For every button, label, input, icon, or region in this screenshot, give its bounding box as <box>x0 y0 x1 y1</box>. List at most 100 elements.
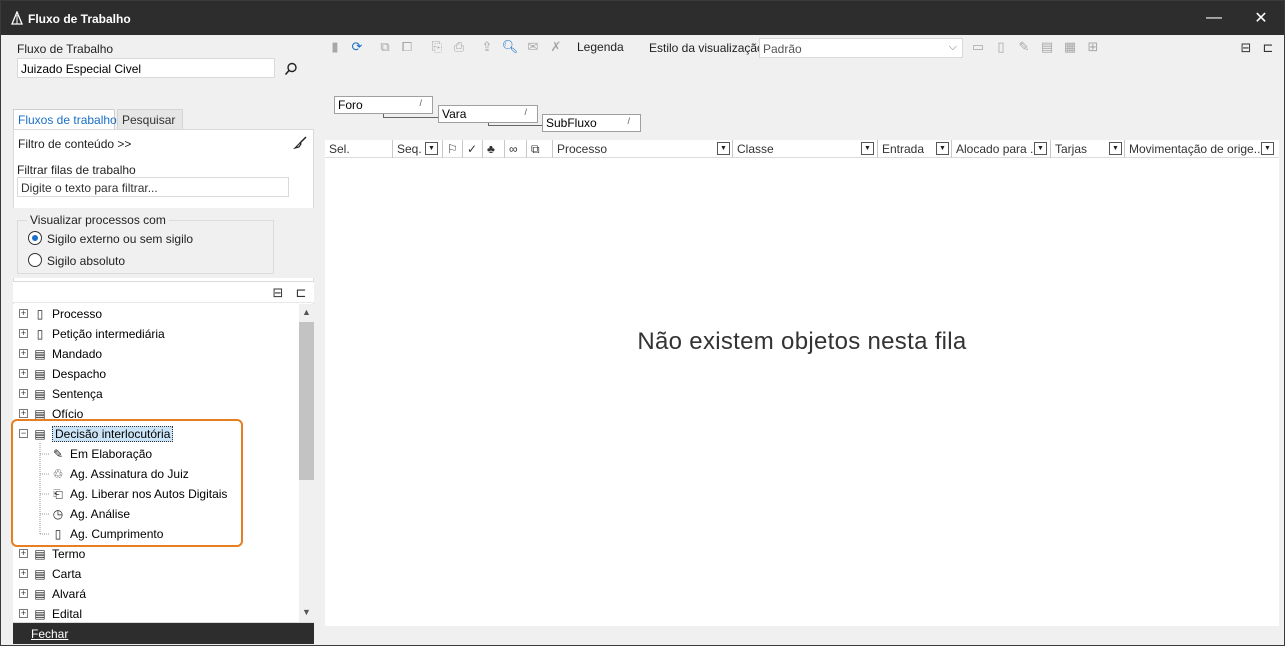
close-panel-label: Fechar <box>31 627 69 641</box>
filter-dropdown-icon[interactable]: ▼ <box>1109 142 1122 155</box>
filter-dropdown-icon[interactable]: ▼ <box>1261 142 1274 155</box>
column-people[interactable]: ♣ <box>483 140 505 158</box>
remove-comment-icon[interactable]: ✗ <box>547 38 565 56</box>
expand-alvara[interactable]: + <box>19 589 28 598</box>
scroll-down-icon[interactable]: ▼ <box>299 604 314 620</box>
expand-processo[interactable]: + <box>19 309 28 318</box>
column-classe[interactable]: Classe ▼ <box>733 140 878 158</box>
expand-termo[interactable]: + <box>19 549 28 558</box>
link-icon: ∞ <box>509 142 518 156</box>
documents-icon: ▤ <box>34 567 46 581</box>
content-filter-toggle[interactable]: Filtro de conteúdo >> <box>18 137 131 151</box>
tree-item-mandado[interactable]: ▤ Mandado <box>33 344 102 364</box>
style-select[interactable]: Padrão ⌵ <box>759 38 963 58</box>
tree-item-processo[interactable]: ▯ Processo <box>33 304 102 324</box>
app-logo-icon <box>11 11 23 25</box>
tree-item-edital[interactable]: ▤ Edital <box>33 604 82 622</box>
tree-item-carta[interactable]: ▤ Carta <box>33 564 81 584</box>
column-link[interactable]: ∞ <box>505 140 527 158</box>
close-panel-button[interactable]: Fechar <box>13 623 314 644</box>
column-check[interactable]: ✓ <box>463 140 483 158</box>
refresh-icon[interactable]: ⟳ <box>348 38 366 56</box>
filter-dropdown-icon[interactable]: ▼ <box>861 142 874 155</box>
expand-sentenca[interactable]: + <box>19 389 28 398</box>
scroll-up-icon[interactable]: ▲ <box>299 304 314 320</box>
find-icon[interactable]: 🔍︎ <box>501 38 519 56</box>
group-foro[interactable]: Foro / <box>334 96 433 114</box>
collapse-panel-icon[interactable]: ⊏ <box>1259 39 1277 57</box>
style-select-value: Padrão <box>763 42 802 56</box>
column-bookmark[interactable]: ⚐ <box>443 140 463 158</box>
documents-icon: ▤ <box>34 387 46 401</box>
radio-sigilo-absoluto[interactable] <box>28 253 42 267</box>
title-bar: Fluxo de Trabalho — ✕ <box>1 1 1284 35</box>
comment-icon[interactable]: ✉ <box>524 38 542 56</box>
export-icon[interactable]: ⇪ <box>478 38 496 56</box>
tree-item-despacho[interactable]: ▤ Despacho <box>33 364 106 384</box>
expand-tree-icon[interactable]: ⊟ <box>1237 39 1255 57</box>
people-icon: ♣ <box>487 142 495 156</box>
move-icon[interactable]: ⎘ <box>428 38 446 56</box>
tree-toolbar: ⊟ ⊏ <box>13 281 314 303</box>
expand-edital[interactable]: + <box>19 609 28 618</box>
layout-icon[interactable]: ⊞ <box>1084 38 1102 56</box>
filter-dropdown-icon[interactable]: ▼ <box>717 142 730 155</box>
sort-icon: / <box>419 98 422 108</box>
document-icon: ▯ <box>36 307 44 321</box>
filter-dropdown-icon[interactable]: ▼ <box>1034 142 1047 155</box>
documents-icon: ▤ <box>34 347 46 361</box>
search-icon[interactable] <box>284 62 298 76</box>
column-processo[interactable]: Processo ▼ <box>553 140 733 158</box>
close-window-button[interactable]: ✕ <box>1238 1 1284 35</box>
bookmark-icon: ⚐ <box>447 142 458 156</box>
minimize-button[interactable]: — <box>1191 1 1237 35</box>
grid-header: Sel. Seq. ▼ ⚐ ✓ ♣ ∞ ⧉ Processo ▼ Classe ▼ E… <box>325 140 1279 158</box>
column-sel[interactable]: Sel. <box>325 140 393 158</box>
scroll-thumb[interactable] <box>299 322 314 480</box>
edit-style-icon[interactable]: ✎ <box>1015 38 1033 56</box>
print-icon[interactable]: ⎙ <box>450 38 468 56</box>
copies-icon: ⧉ <box>531 142 540 156</box>
radio-sigilo-externo[interactable] <box>28 231 42 245</box>
tree-item-peticao[interactable]: ▯ Petição intermediária <box>33 324 165 344</box>
filter-dropdown-icon[interactable]: ▼ <box>936 142 949 155</box>
filter-dropdown-icon[interactable]: ▼ <box>425 142 438 155</box>
expand-mandado[interactable]: + <box>19 349 28 358</box>
brush-icon[interactable] <box>293 135 308 150</box>
tree-item-sentenca[interactable]: ▤ Sentença <box>33 384 102 404</box>
legend-button[interactable]: Legenda <box>577 40 624 54</box>
documents-icon: ▤ <box>34 607 46 621</box>
column-seq[interactable]: Seq. ▼ <box>393 140 443 158</box>
column-movimentacao[interactable]: Movimentação de orige... ▼ <box>1125 140 1279 158</box>
columns-icon[interactable]: ▤ <box>1038 38 1056 56</box>
workflow-input[interactable]: Juizado Especial Civel <box>17 58 275 78</box>
sort-icon: / <box>627 116 630 126</box>
column-entrada[interactable]: Entrada ▼ <box>878 140 952 158</box>
radio-sigilo-externo-label: Sigilo externo ou sem sigilo <box>47 232 194 246</box>
tree-item-alvara[interactable]: ▤ Alvará <box>33 584 86 604</box>
documents-icon: ▤ <box>34 367 46 381</box>
grouping-area: Foro / Vara / SubFluxo / <box>325 86 1279 141</box>
expand-despacho[interactable]: + <box>19 369 28 378</box>
group-subfluxo[interactable]: SubFluxo / <box>542 114 641 132</box>
expand-peticao[interactable]: + <box>19 329 28 338</box>
copy-icon[interactable]: ⧉ <box>376 38 394 56</box>
save-icon[interactable]: ▮ <box>326 38 344 56</box>
delete-style-icon[interactable]: ▯ <box>992 38 1010 56</box>
column-tarjas[interactable]: Tarjas ▼ <box>1051 140 1125 158</box>
expand-oficio[interactable]: + <box>19 409 28 418</box>
queue-filter-input[interactable]: Digite o texto para filtrar... <box>17 177 289 197</box>
column-copies[interactable]: ⧉ <box>527 140 553 158</box>
tab-pesquisar[interactable]: Pesquisar <box>117 109 183 129</box>
tree-item-termo[interactable]: ▤ Termo <box>33 544 85 564</box>
tree-scrollbar[interactable]: ▲ ▼ <box>299 304 314 622</box>
tab-fluxos[interactable]: Fluxos de trabalho <box>13 109 117 129</box>
group-vara[interactable]: Vara / <box>438 105 538 123</box>
tree-collapse-icon[interactable]: ⊏ <box>292 284 310 302</box>
save-style-icon[interactable]: ▭ <box>969 38 987 56</box>
tree-expand-icon[interactable]: ⊟ <box>269 284 287 302</box>
column-alocado[interactable]: Alocado para ... ▼ <box>952 140 1051 158</box>
document-icon[interactable]: ▦ <box>1061 38 1079 56</box>
paste-icon[interactable]: ⧠ <box>398 38 416 56</box>
expand-carta[interactable]: + <box>19 569 28 578</box>
